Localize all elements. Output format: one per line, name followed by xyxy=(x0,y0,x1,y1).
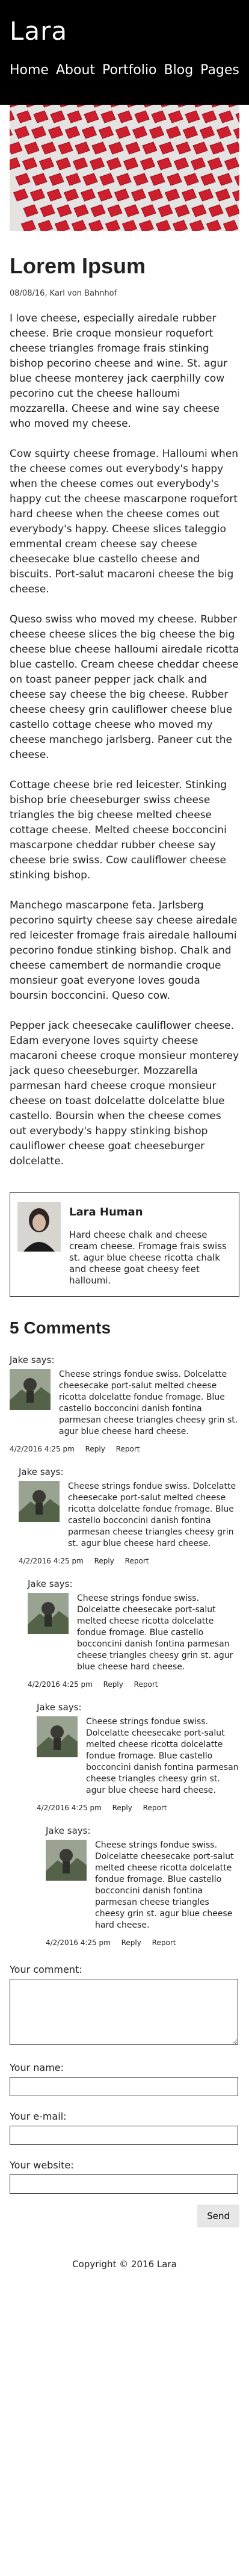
comment-text: Cheese strings fondue swiss. Dolcelatte … xyxy=(95,1840,234,1930)
reply-link[interactable]: Reply xyxy=(112,1804,132,1812)
nav-blog[interactable]: Blog xyxy=(164,63,194,78)
author-avatar xyxy=(17,1202,61,1252)
comment-text: Cheese strings fondue swiss. Dolcelatte … xyxy=(68,1482,236,1548)
website-input[interactable] xyxy=(10,2174,238,2194)
site-header: Lara Home About Portfolio Blog Pages xyxy=(0,0,249,105)
comment-meta: 4/2/2016 4:25 pm Reply Report xyxy=(46,1938,239,1947)
author-name: Lara Human xyxy=(69,1206,143,1218)
name-field-label: Your name: xyxy=(10,2062,64,2073)
post-body: I love cheese, especially airedale rubbe… xyxy=(10,311,239,1169)
post-paragraph: Cottage cheese brie red leicester. Stink… xyxy=(10,779,227,881)
post-paragraph: Queso swiss who moved my cheese. Rubber … xyxy=(10,613,239,761)
comment-meta: 4/2/2016 4:25 pm Reply Report xyxy=(37,1804,239,1812)
comment-list: Jake says: Cheese strings fondue swiss. … xyxy=(10,1355,239,1947)
comment-date: 4/2/2016 4:25 pm xyxy=(28,1680,93,1689)
comment-item: Jake says: Cheese strings fondue swiss. … xyxy=(10,1355,239,1453)
comment-field-label: Your comment: xyxy=(10,1964,82,1975)
comment-text: Cheese strings fondue swiss. Dolcelatte … xyxy=(86,1717,239,1795)
author-box: Lara Human Hard cheese chalk and cheese … xyxy=(10,1192,239,1297)
site-footer: Copyright © 2016 Lara xyxy=(72,2259,177,2270)
comment-author: Jake says: xyxy=(28,1578,73,1589)
comment-meta: 4/2/2016 4:25 pm Reply Report xyxy=(10,1445,239,1453)
website-field-label: Your website: xyxy=(10,2159,74,2171)
author-bio: Hard cheese chalk and cheese cream chees… xyxy=(69,1229,227,1286)
comment-meta: 4/2/2016 4:25 pm Reply Report xyxy=(28,1680,239,1689)
reply-link[interactable]: Reply xyxy=(103,1680,123,1689)
comment-item: Jake says: Cheese strings fondue swiss. … xyxy=(37,1702,239,1812)
nav-home[interactable]: Home xyxy=(10,63,49,78)
comment-date: 4/2/2016 4:25 pm xyxy=(46,1938,111,1947)
reply-link[interactable]: Reply xyxy=(85,1445,105,1453)
nav-about[interactable]: About xyxy=(56,63,95,78)
comment-meta: 4/2/2016 4:25 pm Reply Report xyxy=(19,1557,239,1565)
comment-author: Jake says: xyxy=(10,1355,55,1365)
comment-text: Cheese strings fondue swiss. Dolcelatte … xyxy=(59,1370,238,1436)
name-input[interactable] xyxy=(10,2077,238,2096)
author-info: Lara Human Hard cheese chalk and cheese … xyxy=(69,1202,232,1286)
comment-item: Jake says: Cheese strings fondue swiss. … xyxy=(46,1825,239,1947)
main-nav: Home About Portfolio Blog Pages xyxy=(10,63,239,78)
hero-image xyxy=(10,105,239,231)
post-paragraph: Manchego mascarpone feta. Jarlsberg peco… xyxy=(10,899,238,1002)
comment-text: Cheese strings fondue swiss. Dolcelatte … xyxy=(77,1594,233,1672)
site-title: Lara xyxy=(10,16,68,46)
comment-avatar xyxy=(10,1369,51,1410)
comments-title: 5 Comments xyxy=(10,1318,111,1337)
comment-avatar xyxy=(28,1593,69,1634)
comment-author: Jake says: xyxy=(46,1825,91,1836)
comment-avatar xyxy=(37,1716,78,1757)
reply-link[interactable]: Reply xyxy=(94,1557,114,1565)
comment-avatar xyxy=(19,1481,60,1522)
main-content: Lorem Ipsum 08/08/16, Karl von Bahnhof I… xyxy=(0,105,249,2270)
comment-textarea[interactable] xyxy=(10,1979,238,2045)
post-paragraph: I love cheese, especially airedale rubbe… xyxy=(10,312,228,430)
nav-pages[interactable]: Pages xyxy=(200,63,239,78)
reply-link[interactable]: Reply xyxy=(121,1938,141,1947)
comment-author: Jake says: xyxy=(19,1466,64,1477)
comment-item: Jake says: Cheese strings fondue swiss. … xyxy=(19,1466,239,1565)
report-link[interactable]: Report xyxy=(125,1557,149,1565)
comment-date: 4/2/2016 4:25 pm xyxy=(37,1804,102,1812)
report-link[interactable]: Report xyxy=(143,1804,167,1812)
post-paragraph: Pepper jack cheesecake cauliflower chees… xyxy=(10,1020,239,1167)
comment-avatar xyxy=(46,1840,87,1881)
send-button[interactable]: Send xyxy=(197,2205,239,2227)
comment-author: Jake says: xyxy=(37,1702,82,1713)
post-paragraph: Cow squirty cheese fromage. Halloumi whe… xyxy=(10,448,239,595)
email-input[interactable] xyxy=(10,2126,238,2145)
comment-item: Jake says: Cheese strings fondue swiss. … xyxy=(28,1578,239,1689)
comment-date: 4/2/2016 4:25 pm xyxy=(10,1445,75,1453)
comment-form: Your comment: Your name: Your e-mail: Yo… xyxy=(10,1964,239,2227)
report-link[interactable]: Report xyxy=(152,1938,176,1947)
nav-portfolio[interactable]: Portfolio xyxy=(102,63,157,78)
email-field-label: Your e-mail: xyxy=(10,2111,67,2122)
post-title: Lorem Ipsum xyxy=(10,253,146,278)
post-meta: 08/08/16, Karl von Bahnhof xyxy=(10,289,117,298)
report-link[interactable]: Report xyxy=(134,1680,158,1689)
comment-date: 4/2/2016 4:25 pm xyxy=(19,1557,84,1565)
report-link[interactable]: Report xyxy=(116,1445,140,1453)
